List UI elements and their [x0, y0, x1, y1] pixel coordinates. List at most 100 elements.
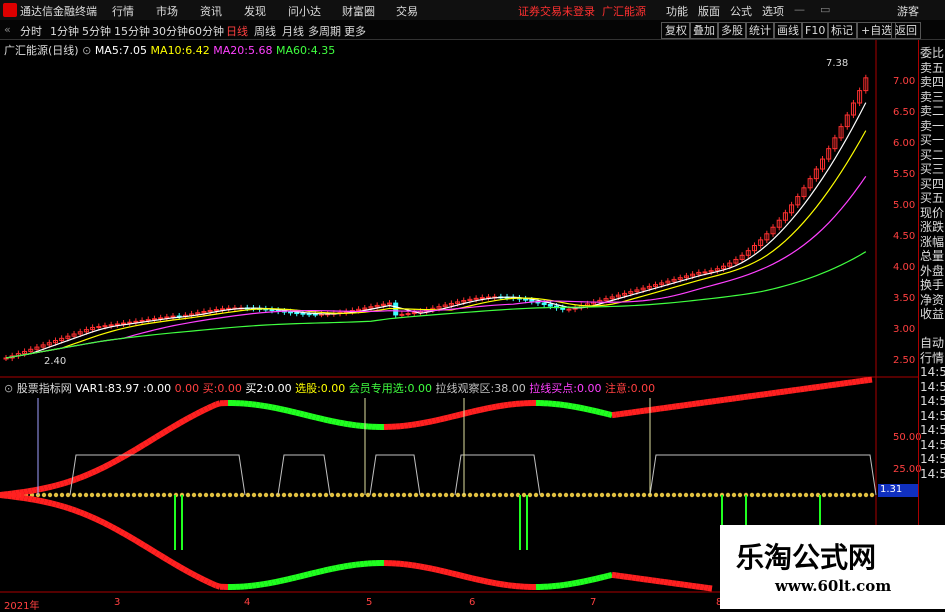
settings-icon[interactable]: ⊙: [82, 44, 91, 57]
tool-duogu[interactable]: 多股: [717, 22, 747, 39]
baseline-dot: [378, 493, 382, 497]
baseline-dot: [810, 493, 814, 497]
period-weekly[interactable]: 周线: [254, 23, 276, 39]
tool-f10[interactable]: F10: [801, 22, 829, 39]
window-icon[interactable]: ▭: [820, 3, 830, 16]
period-1min[interactable]: 1分钟: [50, 23, 79, 39]
ind-upper-curve: [64, 482, 68, 483]
baseline-dot: [846, 493, 850, 497]
ind-lower-curve: [428, 568, 432, 569]
period-monthly[interactable]: 月线: [282, 23, 304, 39]
menu-jiaoyi[interactable]: 交易: [396, 3, 418, 19]
menu-zixun[interactable]: 资讯: [200, 3, 222, 19]
ind-lower-curve: [92, 517, 96, 519]
ind-lower-curve: [572, 583, 576, 584]
tool-huaxian[interactable]: 画线: [773, 22, 803, 39]
menu-xuanxiang[interactable]: 选项: [762, 3, 784, 19]
ind-upper-curve: [20, 492, 24, 493]
ind-upper-curve: [164, 430, 168, 432]
ind-upper-curve: [180, 421, 184, 423]
ind-lower-curve: [308, 573, 312, 574]
side-item: 收益: [920, 307, 945, 322]
ind-upper-curve: [68, 481, 72, 482]
menu-gongshi[interactable]: 公式: [730, 3, 752, 19]
period-more[interactable]: 更多: [344, 23, 366, 39]
ind-upper-curve: [256, 405, 260, 406]
ind-upper-curve: [28, 491, 32, 492]
baseline-dot: [366, 493, 370, 497]
ind-upper-curve: [476, 410, 480, 411]
menu-faxian[interactable]: 发现: [244, 3, 266, 19]
baseline-dot: [444, 493, 448, 497]
ind-lower-curve: [500, 584, 504, 585]
menu-gongneng[interactable]: 功能: [666, 3, 688, 19]
baseline-dot: [828, 493, 832, 497]
ind-upper-curve: [88, 473, 92, 475]
ind-lower-curve: [692, 586, 696, 587]
ind-lower-curve: [188, 572, 192, 574]
ind-lower-curve: [40, 501, 44, 502]
ma10-value: MA10:6.42: [151, 44, 210, 57]
ind-upper-curve: [60, 483, 64, 484]
login-warning[interactable]: 证券交易未登录 广汇能源: [518, 3, 646, 19]
ind-upper-curve: [772, 393, 776, 394]
baseline-dot: [726, 493, 730, 497]
tool-fuquan[interactable]: 复权: [661, 22, 691, 39]
ind-upper-curve: [748, 396, 752, 397]
user-label[interactable]: 游客: [897, 3, 919, 19]
ind-lower-curve: [448, 572, 452, 573]
settings-icon[interactable]: ⊙: [4, 382, 13, 395]
period-fenshi[interactable]: 分时: [20, 23, 42, 39]
menu-caifuquan[interactable]: 财富圈: [342, 3, 375, 19]
y-tick: 4.50: [893, 231, 915, 242]
menu-hangqing[interactable]: 行情: [112, 3, 134, 19]
ind-upper-curve: [308, 416, 312, 417]
ind-lower-curve: [440, 571, 444, 572]
tool-tongji[interactable]: 统计: [745, 22, 775, 39]
ind-upper-curve: [448, 417, 452, 418]
period-30min[interactable]: 30分钟: [152, 23, 188, 39]
baseline-dot: [306, 493, 310, 497]
baseline-dot: [324, 493, 328, 497]
ind-upper-curve: [32, 490, 36, 491]
ind-upper-curve: [636, 411, 640, 412]
baseline-dot: [270, 493, 274, 497]
ind-lower-curve: [296, 576, 300, 577]
period-15min[interactable]: 15分钟: [114, 23, 150, 39]
baseline-dot: [144, 493, 148, 497]
tool-fanhui[interactable]: 返回: [891, 22, 921, 39]
tool-diejia[interactable]: 叠加: [689, 22, 719, 39]
menu-banmian[interactable]: 版面: [698, 3, 720, 19]
prev-arrow-icon[interactable]: «: [4, 23, 11, 36]
baseline-dot: [858, 493, 862, 497]
minimize-icon[interactable]: —: [794, 3, 805, 16]
ind-lower-curve: [504, 585, 508, 586]
baseline-dot: [738, 493, 742, 497]
ind-upper-curve: [84, 475, 88, 477]
ind-lower-curve: [324, 570, 328, 571]
period-5min[interactable]: 5分钟: [82, 23, 111, 39]
ind-lower-curve: [336, 567, 340, 568]
ind-upper-curve: [616, 414, 620, 415]
ind-upper-curve: [336, 422, 340, 423]
ind-lower-curve: [168, 560, 172, 562]
tool-biaoji[interactable]: 标记: [827, 22, 857, 39]
ind-lower-curve: [680, 584, 684, 585]
ind-upper-curve: [660, 408, 664, 409]
baseline-dot: [852, 493, 856, 497]
ind-upper-curve: [816, 387, 820, 388]
ind-upper-curve: [24, 491, 28, 492]
period-multi[interactable]: 多周期: [308, 23, 341, 39]
side-item: 委比: [920, 46, 945, 61]
period-daily[interactable]: 日线: [226, 23, 248, 39]
x-label: 2021年: [4, 597, 39, 612]
ind-lower-curve: [36, 500, 40, 501]
ind-lower-curve: [256, 585, 260, 586]
menu-wenxiaoda[interactable]: 问小达: [288, 3, 321, 19]
ind-lower-curve: [488, 582, 492, 583]
menu-shichang[interactable]: 市场: [156, 3, 178, 19]
ma5-line: [6, 103, 866, 358]
ind-upper-curve: [408, 425, 412, 426]
ind-upper-curve: [568, 406, 572, 407]
period-60min[interactable]: 60分钟: [188, 23, 224, 39]
